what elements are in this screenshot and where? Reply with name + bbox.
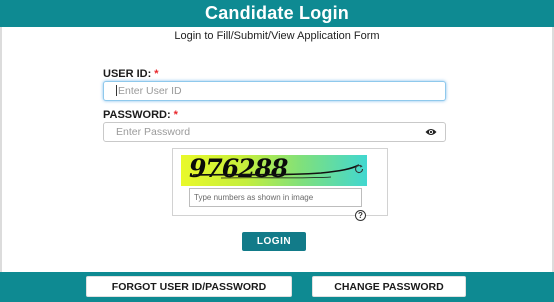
- password-label: PASSWORD: *: [103, 109, 178, 121]
- captcha-input[interactable]: Type numbers as shown in image: [189, 188, 362, 207]
- captcha-placeholder: Type numbers as shown in image: [194, 193, 314, 202]
- page-title: Candidate Login: [0, 0, 554, 27]
- password-label-text: PASSWORD:: [103, 109, 171, 121]
- captcha-noise-line: [192, 164, 360, 179]
- captcha-image: 976288: [181, 155, 367, 186]
- refresh-icon[interactable]: [354, 164, 364, 174]
- password-placeholder: Enter Password: [116, 126, 191, 138]
- password-input[interactable]: Enter Password: [103, 122, 446, 142]
- change-password-button[interactable]: CHANGE PASSWORD: [312, 276, 466, 297]
- page-subtitle: Login to Fill/Submit/View Application Fo…: [174, 30, 380, 42]
- help-icon[interactable]: ?: [355, 210, 366, 221]
- required-marker: *: [154, 68, 159, 80]
- left-edge: [0, 27, 2, 272]
- user-id-input[interactable]: Enter User ID: [103, 81, 446, 101]
- eye-icon[interactable]: [425, 128, 437, 136]
- login-button[interactable]: LOGIN: [242, 232, 306, 251]
- text-cursor: [116, 84, 117, 96]
- required-marker: *: [173, 109, 178, 121]
- user-id-label-text: USER ID:: [103, 68, 152, 80]
- user-id-placeholder: Enter User ID: [118, 85, 182, 97]
- forgot-password-button[interactable]: FORGOT USER ID/PASSWORD: [86, 276, 292, 297]
- user-id-label: USER ID: *: [103, 68, 159, 80]
